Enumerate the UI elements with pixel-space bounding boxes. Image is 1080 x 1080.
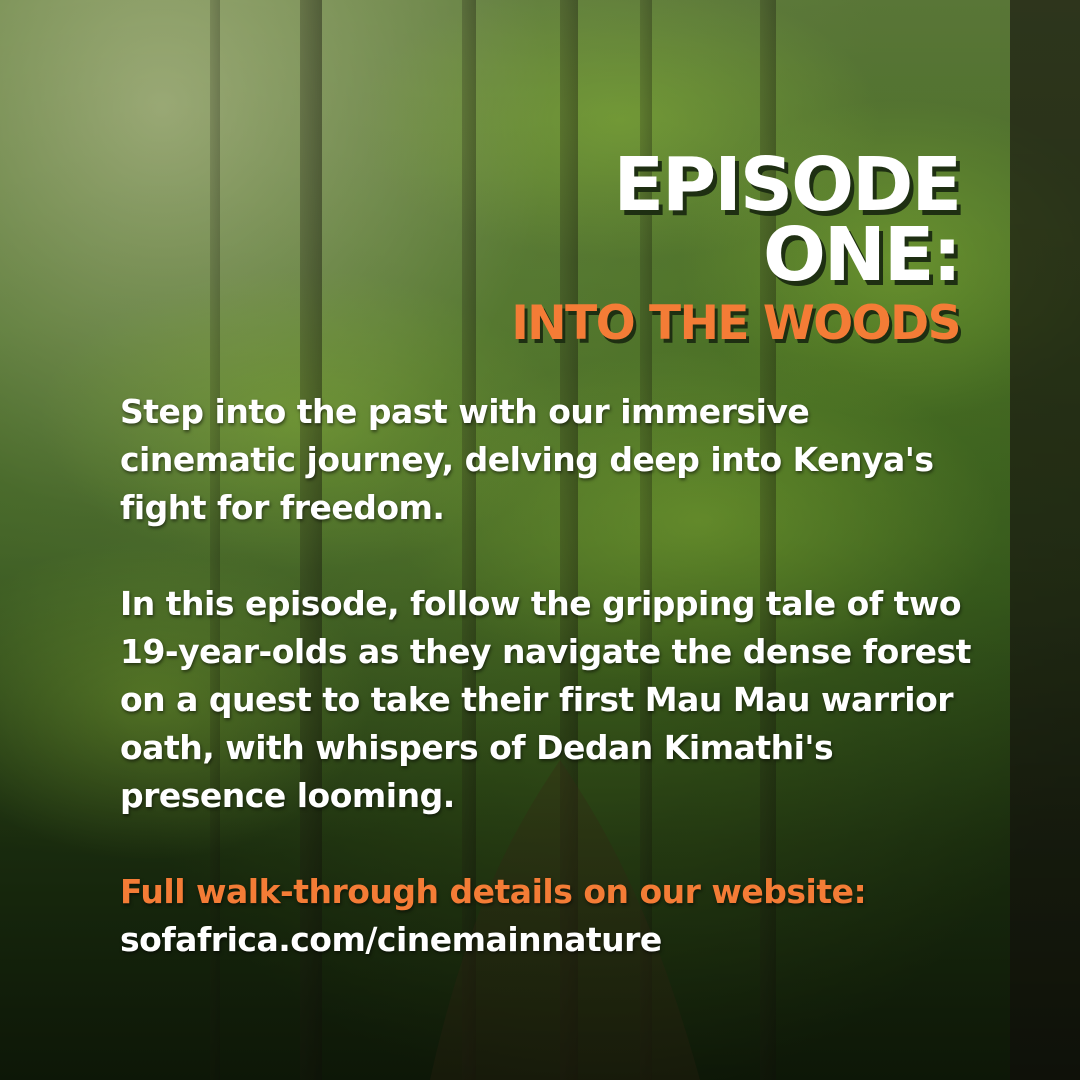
description: Step into the past with our immersive ci… [120,388,990,964]
title-episode: EPISODE [613,142,962,228]
cta-label: Full walk-through details on our website… [120,872,867,911]
intro-paragraph: Step into the past with our immersive ci… [120,392,934,527]
episode-paragraph: In this episode, follow the gripping tal… [120,584,971,815]
episode-subtitle: INTO THE WOODS [511,296,961,351]
website-link[interactable]: sofafrica.com/cinemainnature [120,916,990,964]
call-to-action: Full walk-through details on our website… [120,868,990,964]
poster: EPISODE ONE: INTO THE WOODS Step into th… [0,0,1080,1080]
title-block: EPISODE ONE: INTO THE WOODS [511,142,962,352]
title-number: ONE: [763,212,962,298]
